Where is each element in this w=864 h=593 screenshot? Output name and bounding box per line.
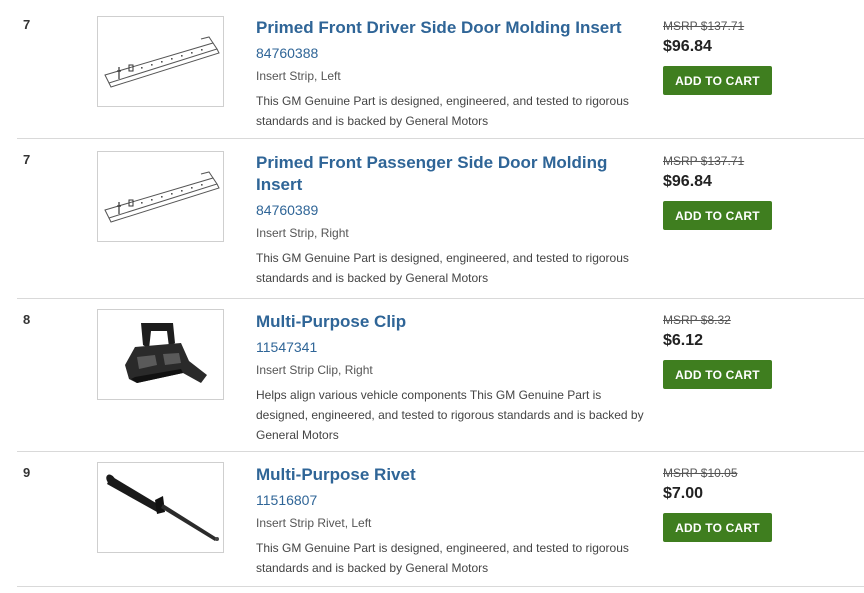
sale-price: $6.12 <box>663 332 704 349</box>
add-to-cart-button[interactable]: ADD TO CART <box>663 513 772 542</box>
add-to-cart-button[interactable]: ADD TO CART <box>663 201 772 230</box>
part-number-link[interactable]: 11516807 <box>256 491 646 509</box>
product-description: This GM Genuine Part is designed, engine… <box>256 541 629 575</box>
add-to-cart-button[interactable]: ADD TO CART <box>663 360 772 389</box>
list-item: 8 Multi-Purpose Clip 11547341 Insert Str… <box>17 299 864 452</box>
product-title-link[interactable]: Primed Front Driver Side Door Molding In… <box>256 17 646 39</box>
product-description: This GM Genuine Part is designed, engine… <box>256 94 629 128</box>
product-title-link[interactable]: Multi-Purpose Clip <box>256 311 646 333</box>
msrp-price: MSRP $10.05 <box>663 466 738 480</box>
parts-list: 7 Primed Front Driver Side Door Molding … <box>0 0 864 593</box>
clip-icon <box>124 322 207 383</box>
part-number-link[interactable]: 84760389 <box>256 201 646 219</box>
diagram-ref-number: 7 <box>23 17 31 32</box>
product-image[interactable] <box>97 151 224 242</box>
list-item: 7 Primed Front Passenger Side Door Moldi… <box>17 139 864 299</box>
sale-price: $96.84 <box>663 173 712 190</box>
msrp-price: MSRP $137.71 <box>663 154 745 168</box>
part-number-link[interactable]: 84760388 <box>256 44 646 62</box>
diagram-ref-number: 7 <box>23 152 31 167</box>
product-description: Helps align various vehicle components T… <box>256 388 644 442</box>
product-title-link[interactable]: Multi-Purpose Rivet <box>256 464 646 486</box>
add-to-cart-button[interactable]: ADD TO CART <box>663 66 772 95</box>
rivet-icon <box>105 474 219 541</box>
msrp-price: MSRP $8.32 <box>663 313 731 327</box>
list-item: 9 Multi-Purpose Rivet 11516807 Insert St… <box>17 452 864 587</box>
msrp-price: MSRP $137.71 <box>663 19 745 33</box>
product-image[interactable] <box>97 309 224 400</box>
sale-price: $96.84 <box>663 38 712 55</box>
list-item: 7 Primed Front Driver Side Door Molding … <box>17 0 864 139</box>
sale-price: $7.00 <box>663 485 704 502</box>
molding-strip-icon <box>103 170 220 223</box>
diagram-ref-number: 8 <box>23 312 31 327</box>
part-number-link[interactable]: 11547341 <box>256 338 646 356</box>
product-subtitle: Insert Strip, Left <box>256 69 341 83</box>
product-subtitle: Insert Strip Rivet, Left <box>256 516 372 530</box>
diagram-ref-number: 9 <box>23 465 31 480</box>
product-subtitle: Insert Strip, Right <box>256 226 349 240</box>
product-description: This GM Genuine Part is designed, engine… <box>256 251 629 285</box>
product-subtitle: Insert Strip Clip, Right <box>256 363 373 377</box>
product-title-link[interactable]: Primed Front Passenger Side Door Molding… <box>256 152 646 196</box>
molding-strip-icon <box>103 35 220 88</box>
product-image[interactable] <box>97 462 224 553</box>
product-image[interactable] <box>97 16 224 107</box>
